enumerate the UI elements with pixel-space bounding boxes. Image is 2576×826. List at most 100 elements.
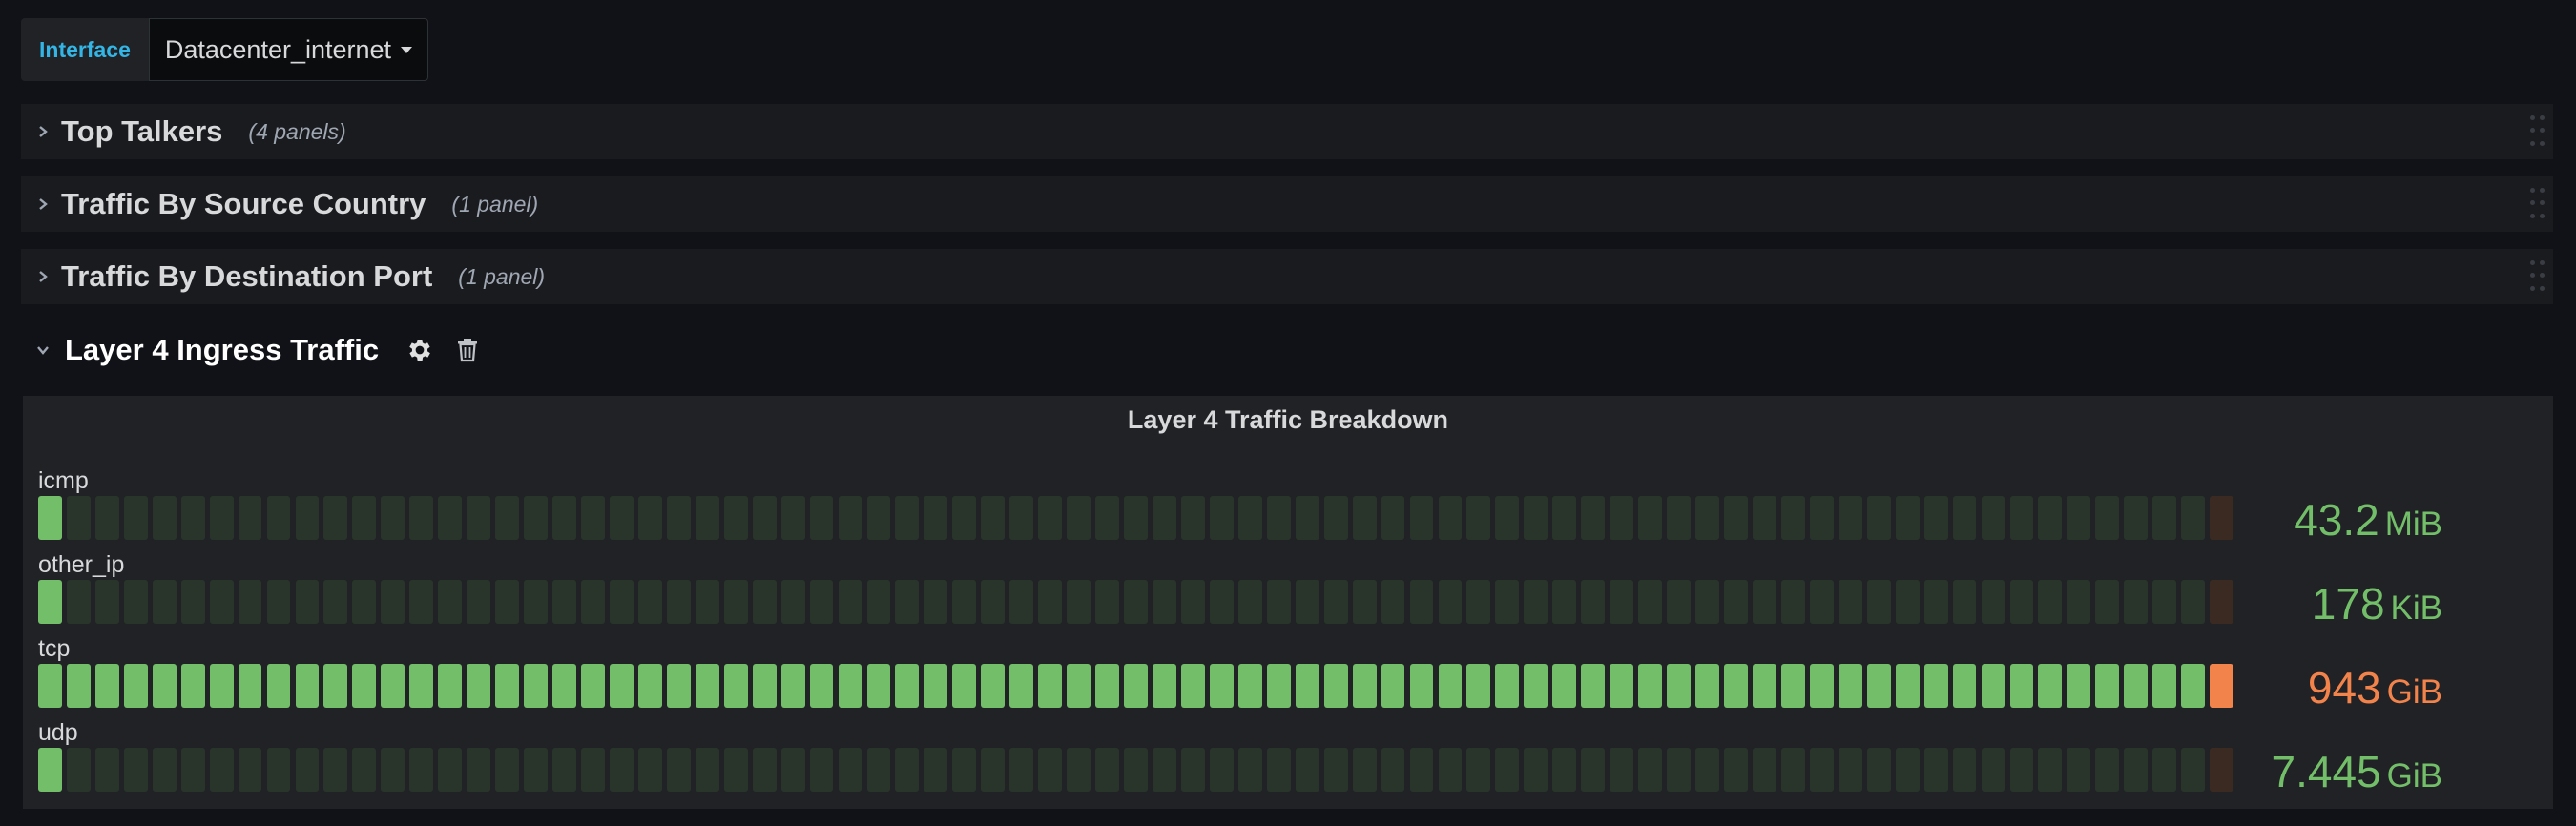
gauge-segment [438, 496, 463, 540]
row-title: Layer 4 Ingress Traffic [65, 333, 380, 366]
gauge-segment [381, 580, 405, 624]
trash-icon[interactable] [457, 338, 478, 362]
gauge-segment [1780, 748, 1805, 792]
gauge-value-number: 943 [2307, 663, 2381, 712]
gauge-segment [1352, 664, 1377, 708]
gauge-segment [1295, 496, 1319, 540]
gauge-segment [409, 748, 434, 792]
gauge-segment [895, 748, 920, 792]
gauge-segment [695, 580, 719, 624]
gauge-segment [666, 748, 691, 792]
gauge-icmp: icmp 43.2 MiB [38, 467, 2538, 551]
gauge-segment [323, 496, 348, 540]
gauge-segment [524, 664, 548, 708]
gauge-segment [1381, 664, 1405, 708]
gauge-segment [1095, 496, 1119, 540]
gauge-segment [38, 496, 62, 540]
gauge-segment [238, 496, 262, 540]
row-top-talkers[interactable]: Top Talkers (4 panels) [21, 104, 2553, 159]
gauge-segment [266, 580, 291, 624]
gauge-segment [924, 664, 948, 708]
gauge-segment [295, 496, 320, 540]
gauge-segment [1466, 496, 1491, 540]
gauge-segment [609, 748, 634, 792]
drag-handle-icon[interactable] [2530, 115, 2545, 150]
gauge-segment [1809, 496, 1834, 540]
gauge-segment [1095, 580, 1119, 624]
gauge-segment [1495, 580, 1520, 624]
gauge-segment [1552, 496, 1577, 540]
drag-handle-icon[interactable] [2530, 260, 2545, 295]
gauge-segment [1780, 496, 1805, 540]
gauge-segment [123, 580, 148, 624]
gauge-segment [1209, 496, 1234, 540]
gauge-segment [409, 580, 434, 624]
gauge-segment [1552, 664, 1577, 708]
gauge-segment [495, 748, 520, 792]
gauge-label: tcp [38, 635, 71, 662]
gauge-segment [1809, 580, 1834, 624]
gauge-segment [2095, 496, 2120, 540]
gauge-segment [94, 496, 119, 540]
gauge-segment [1180, 664, 1205, 708]
gauge-segment [438, 748, 463, 792]
gauge-segment [2152, 496, 2177, 540]
gauge-segment [838, 496, 862, 540]
gear-icon[interactable] [405, 336, 434, 364]
gauge-segment [524, 580, 548, 624]
gauge-segment [66, 664, 91, 708]
chevron-down-icon [36, 343, 50, 357]
gauge-segment [1610, 496, 1634, 540]
gauge-segment [1409, 580, 1434, 624]
gauge-segment [524, 496, 548, 540]
gauge-segment [1981, 580, 2005, 624]
interface-dropdown[interactable]: Datacenter_internet [148, 18, 429, 81]
gauge-segment [1581, 496, 1606, 540]
gauge-segment [637, 748, 662, 792]
gauge-segment [467, 664, 491, 708]
gauge-segment [2210, 664, 2233, 708]
gauge-segment [552, 496, 576, 540]
gauge-value-unit: KiB [2390, 589, 2442, 627]
drag-handle-icon[interactable] [2530, 188, 2545, 222]
gauge-segment [723, 664, 748, 708]
gauge-segment [1466, 664, 1491, 708]
gauge-segment [381, 664, 405, 708]
row-traffic-by-source-country[interactable]: Traffic By Source Country (1 panel) [21, 176, 2553, 232]
gauge-segment [352, 496, 377, 540]
chevron-right-icon [36, 125, 50, 138]
gauge-segment [1581, 580, 1606, 624]
gauge-segment [1180, 496, 1205, 540]
gauge-segment [581, 664, 605, 708]
gauge-segment [1209, 748, 1234, 792]
gauge-segment [924, 496, 948, 540]
gauge-segment [1667, 748, 1691, 792]
gauge-segment [1838, 664, 1862, 708]
gauge-segment [1724, 580, 1748, 624]
gauge-segment [1409, 748, 1434, 792]
gauge-segment [123, 496, 148, 540]
gauge-segment [1495, 496, 1520, 540]
bar-gauge-panel[interactable]: Layer 4 Traffic Breakdown icmp 43.2 MiB o… [23, 396, 2553, 809]
gauge-segment [1952, 748, 1977, 792]
gauge-segment [1695, 748, 1719, 792]
gauge-segment [752, 664, 777, 708]
gauge-segment [1952, 580, 1977, 624]
row-title: Traffic By Source Country [61, 187, 426, 220]
gauge-segment [2038, 580, 2063, 624]
gauge-segment [2152, 748, 2177, 792]
gauge-segment [552, 664, 576, 708]
gauge-label: icmp [38, 467, 89, 494]
gauge-segment [1124, 748, 1148, 792]
row-traffic-by-destination-port[interactable]: Traffic By Destination Port (1 panel) [21, 249, 2553, 304]
gauge-udp: udp 7.445 GiB [38, 719, 2538, 803]
gauge-segment [637, 664, 662, 708]
gauge-segment [752, 748, 777, 792]
gauge-segment [266, 664, 291, 708]
gauge-segment [1895, 664, 1920, 708]
gauge-segment [2152, 664, 2177, 708]
gauge-segment [866, 580, 891, 624]
gauge-segment [1009, 664, 1034, 708]
gauge-segment [723, 748, 748, 792]
row-layer4-ingress-traffic[interactable]: Layer 4 Ingress Traffic [21, 317, 478, 383]
